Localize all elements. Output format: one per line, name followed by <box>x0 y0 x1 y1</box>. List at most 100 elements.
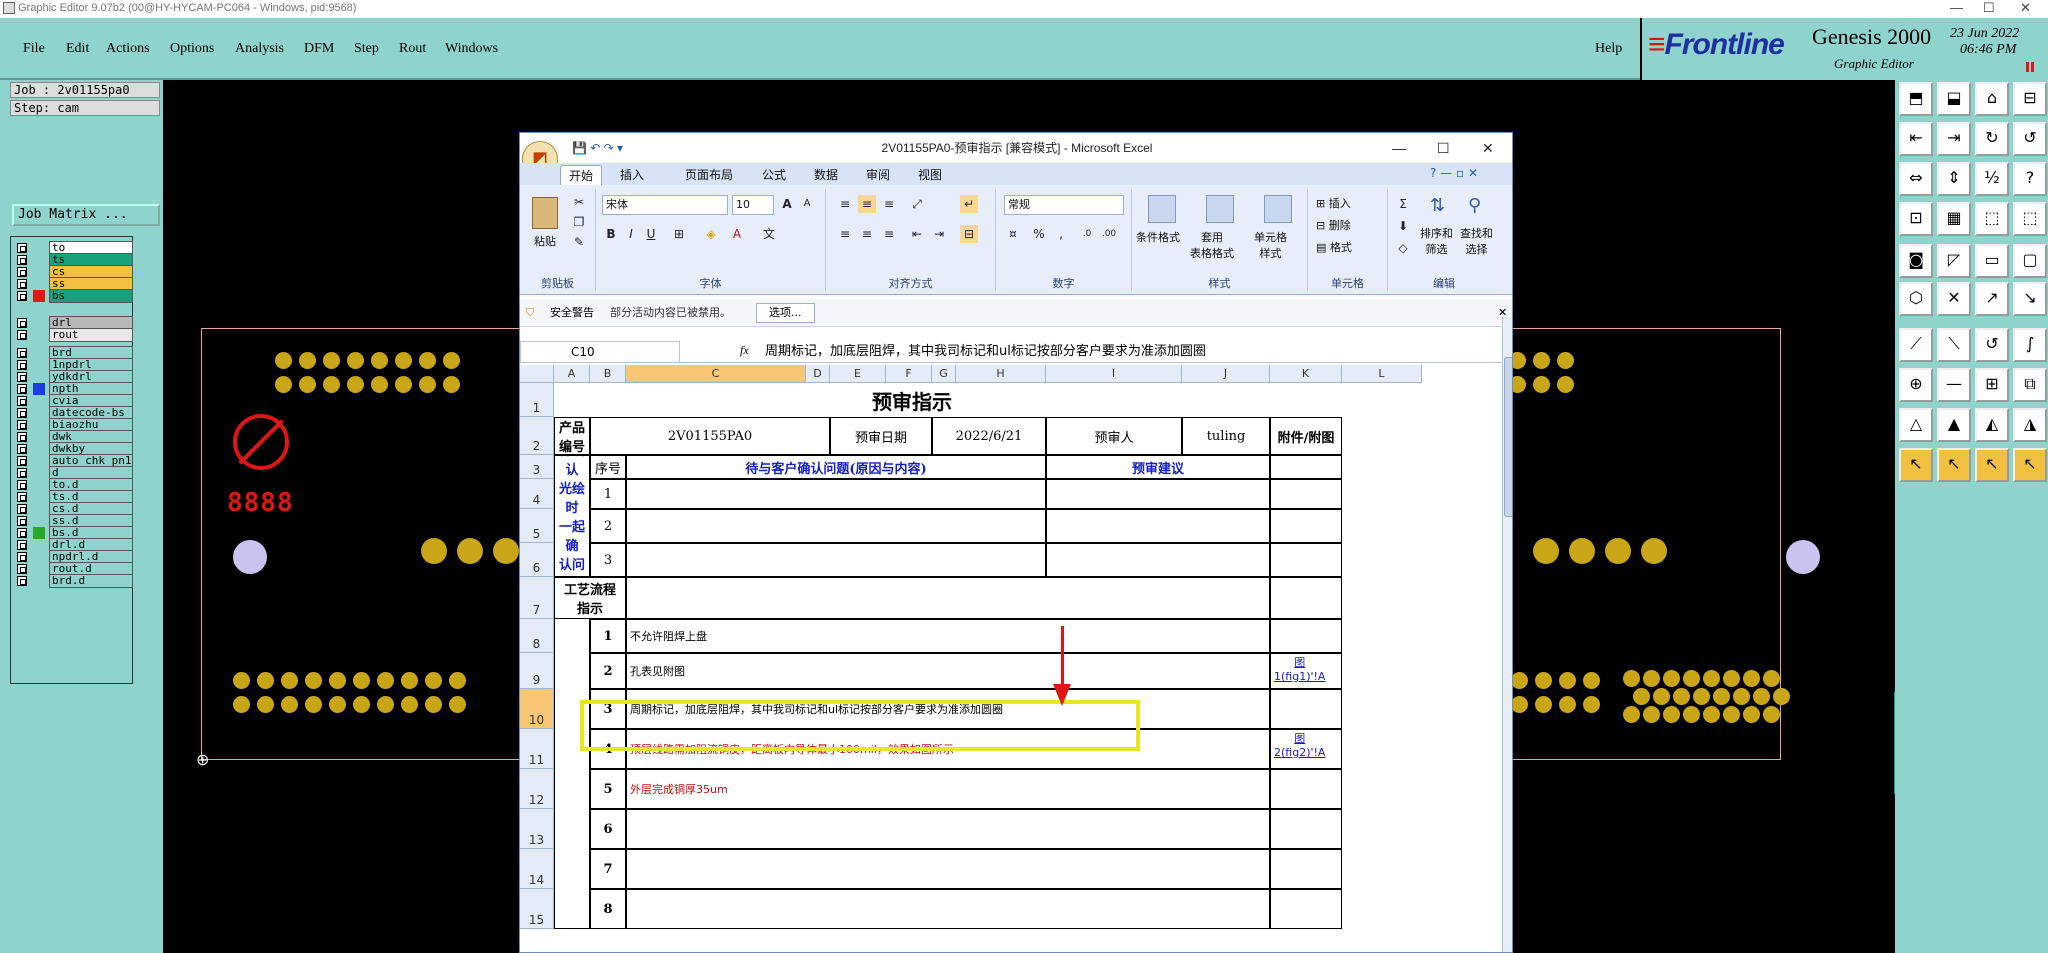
tool-button[interactable]: ½ <box>1975 162 2009 196</box>
tool-button[interactable]: ∫ <box>2013 328 2047 362</box>
autosum-icon[interactable]: Σ <box>1394 195 1412 213</box>
row-header[interactable]: 7 <box>520 577 554 619</box>
tool-button[interactable]: ↺ <box>2013 122 2047 156</box>
seq-number[interactable]: 2 <box>590 509 626 543</box>
layer-checkbox[interactable] <box>17 408 27 418</box>
find-select-icon[interactable]: ⚲ <box>1468 195 1492 221</box>
cell[interactable] <box>1270 455 1342 479</box>
tool-button[interactable]: ↺ <box>1975 328 2009 362</box>
layer-checkbox[interactable] <box>17 360 27 370</box>
attachment-label[interactable]: 附件/附图 <box>1270 417 1342 455</box>
column-header[interactable]: C <box>626 365 806 383</box>
row-header[interactable]: 6 <box>520 543 554 577</box>
row-header[interactable]: 5 <box>520 509 554 543</box>
spreadsheet-grid[interactable]: A B C D E F G H I J K L 1 2 3 4 5 6 7 8 9 10 11 12 13 14 15 预审指示 产品 … <box>520 365 1502 952</box>
layer-checkbox[interactable] <box>17 330 27 340</box>
seq-header[interactable]: 序号 <box>590 455 626 479</box>
number-format-select[interactable]: 常规 <box>1004 195 1124 215</box>
layer-row[interactable]: brd.d <box>11 574 134 588</box>
cell[interactable] <box>1270 577 1342 619</box>
tool-button[interactable]: ? <box>2013 162 2047 196</box>
border-icon[interactable]: ⊞ <box>670 225 688 243</box>
column-header[interactable]: A <box>554 365 590 383</box>
tool-button[interactable]: ↖ <box>2013 448 2047 482</box>
column-header[interactable]: L <box>1342 365 1422 383</box>
cell[interactable] <box>1270 509 1342 543</box>
pause-icon[interactable] <box>2026 62 2034 72</box>
layer-color-swatch[interactable] <box>33 290 45 302</box>
layer-checkbox[interactable] <box>17 372 27 382</box>
flow-spacer[interactable] <box>554 619 590 929</box>
cut-icon[interactable]: ✂ <box>570 193 588 211</box>
increase-decimal-icon[interactable]: .0 <box>1078 225 1096 243</box>
pending-issues-label[interactable]: 待确认 光绘时 一起确 认问题 <box>554 455 590 577</box>
tab-review[interactable]: 审阅 <box>858 165 898 185</box>
layer-checkbox[interactable] <box>17 492 27 502</box>
cell[interactable] <box>626 543 1046 577</box>
sheet-heading[interactable]: 预审指示 <box>554 383 1270 417</box>
grow-font-icon[interactable]: A <box>778 195 796 213</box>
tab-view[interactable]: 视图 <box>910 165 950 185</box>
attachment-link[interactable] <box>1270 849 1342 889</box>
tool-button[interactable]: ⬡ <box>1899 282 1933 316</box>
tool-button[interactable]: △ <box>1899 408 1933 442</box>
date-label[interactable]: 预审日期 <box>830 417 932 455</box>
layer-checkbox[interactable] <box>17 456 27 466</box>
layer-name[interactable]: bs <box>49 289 133 303</box>
layer-row[interactable]: bs <box>11 289 134 303</box>
orientation-icon[interactable]: ⤢ <box>908 195 926 213</box>
help-icon[interactable]: ? — ▫ ✕ <box>1430 166 1478 180</box>
layer-checkbox[interactable] <box>17 480 27 490</box>
tool-button[interactable]: ✕ <box>1937 282 1971 316</box>
table-format-button[interactable]: 套用 表格格式 <box>1190 229 1234 261</box>
align-bottom-icon[interactable]: ≡ <box>880 195 898 213</box>
tool-button[interactable]: ◸ <box>1937 244 1971 278</box>
column-header[interactable]: I <box>1046 365 1182 383</box>
menu-windows[interactable]: Windows <box>445 41 498 57</box>
product-number[interactable]: 2V01155PA0 <box>590 417 830 455</box>
tool-button[interactable]: ⬓ <box>1937 82 1971 116</box>
tab-data[interactable]: 数据 <box>806 165 846 185</box>
item-text[interactable] <box>626 809 1270 849</box>
seq-number[interactable]: 3 <box>590 543 626 577</box>
layer-checkbox[interactable] <box>17 243 27 253</box>
cell[interactable] <box>1046 543 1270 577</box>
item-number[interactable]: 5 <box>590 769 626 809</box>
format-cells-button[interactable]: ▤ 格式 <box>1316 239 1352 255</box>
tool-button[interactable]: ↻ <box>1975 122 2009 156</box>
cell[interactable] <box>1046 509 1270 543</box>
conditional-format-button[interactable]: 条件格式 <box>1136 229 1180 245</box>
layer-checkbox[interactable] <box>17 279 27 289</box>
layer-checkbox[interactable] <box>17 432 27 442</box>
layer-checkbox[interactable] <box>17 528 27 538</box>
name-box[interactable]: C10 <box>520 341 680 363</box>
function-icon[interactable]: fx <box>740 343 749 358</box>
phonetic-icon[interactable]: 文 <box>760 225 778 243</box>
column-header[interactable]: E <box>830 365 886 383</box>
tool-button[interactable]: ⇕ <box>1937 162 1971 196</box>
menu-file[interactable]: File <box>23 41 45 57</box>
cell-style-icon[interactable] <box>1264 195 1292 223</box>
tool-button[interactable]: ↗ <box>1975 282 2009 316</box>
formula-input[interactable]: 周期标记，加底层阻焊，其中我司标记和ul标记按部分客户要求为准添加圆圈 <box>765 341 1485 363</box>
attachment-link[interactable] <box>1270 889 1342 929</box>
layer-checkbox[interactable] <box>17 291 27 301</box>
format-painter-icon[interactable]: ✎ <box>570 233 588 251</box>
item-number[interactable]: 1 <box>590 619 626 653</box>
layer-checkbox[interactable] <box>17 396 27 406</box>
cell-style-button[interactable]: 单元格 样式 <box>1254 229 1287 261</box>
row-header[interactable]: 8 <box>520 619 554 653</box>
tool-button[interactable]: ▦ <box>1937 202 1971 236</box>
row-header[interactable]: 13 <box>520 809 554 849</box>
item-text[interactable]: 不允许阻焊上盘 <box>626 619 1270 653</box>
underline-icon[interactable]: U <box>642 225 660 243</box>
layer-checkbox[interactable] <box>17 552 27 562</box>
currency-icon[interactable]: ¤ <box>1004 225 1022 243</box>
tool-button[interactable]: ⟍ <box>1937 328 1971 362</box>
tool-button[interactable]: ▲ <box>1937 408 1971 442</box>
align-top-icon[interactable]: ≡ <box>836 195 854 213</box>
attachment-link[interactable]: 图 1(fig1)'!A <box>1270 653 1342 689</box>
row-header[interactable]: 3 <box>520 455 554 479</box>
item-number[interactable]: 2 <box>590 653 626 689</box>
font-name-select[interactable]: 宋体 <box>602 195 728 215</box>
